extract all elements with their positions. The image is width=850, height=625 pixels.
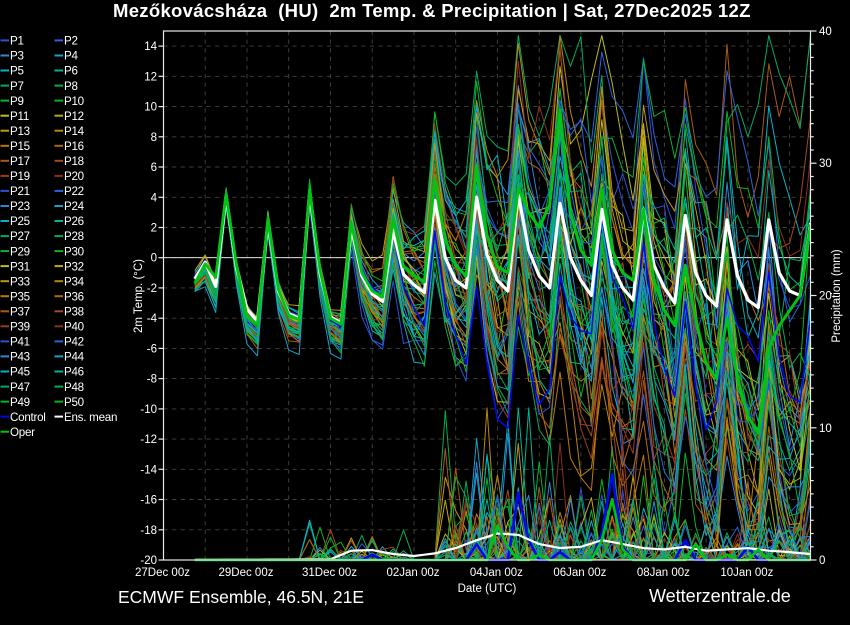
svg-text:-2: -2: [147, 283, 157, 295]
svg-text:-4: -4: [147, 313, 158, 325]
svg-text:40: 40: [819, 26, 832, 38]
svg-text:P14: P14: [64, 125, 85, 138]
svg-text:P27: P27: [10, 230, 30, 243]
svg-text:P10: P10: [64, 95, 84, 108]
svg-text:10: 10: [144, 102, 157, 114]
svg-text:-12: -12: [140, 434, 157, 446]
svg-text:Control: Control: [10, 411, 46, 424]
svg-text:P21: P21: [10, 185, 30, 198]
svg-text:P32: P32: [64, 260, 84, 273]
svg-text:P25: P25: [10, 215, 30, 228]
svg-text:P4: P4: [64, 50, 78, 63]
svg-text:-6: -6: [147, 343, 157, 355]
svg-text:P3: P3: [10, 50, 24, 63]
svg-text:P30: P30: [64, 245, 84, 258]
svg-text:Wetterzentrale.de: Wetterzentrale.de: [649, 586, 791, 606]
svg-text:P35: P35: [10, 290, 30, 303]
svg-text:P29: P29: [10, 245, 30, 258]
svg-text:P9: P9: [10, 95, 24, 108]
svg-text:P42: P42: [64, 336, 84, 349]
svg-text:P47: P47: [10, 381, 30, 394]
svg-text:Ens. mean: Ens. mean: [64, 411, 117, 424]
svg-text:P46: P46: [64, 366, 84, 379]
svg-text:02Jan 00z: 02Jan 00z: [386, 567, 439, 579]
svg-text:04Jan 00z: 04Jan 00z: [470, 567, 523, 579]
svg-text:Precipitation (mm): Precipitation (mm): [831, 249, 843, 342]
svg-text:P28: P28: [64, 230, 84, 243]
svg-text:6: 6: [151, 162, 157, 174]
svg-text:-16: -16: [140, 495, 157, 507]
svg-text:20: 20: [819, 291, 832, 303]
svg-text:Oper: Oper: [10, 426, 35, 439]
svg-text:Date (UTC): Date (UTC): [458, 583, 517, 595]
svg-text:P38: P38: [64, 306, 84, 319]
svg-text:P16: P16: [64, 140, 84, 153]
svg-text:P22: P22: [64, 185, 84, 198]
svg-text:P44: P44: [64, 351, 85, 364]
svg-text:P26: P26: [64, 215, 84, 228]
svg-text:P13: P13: [10, 125, 30, 138]
svg-text:Mezőkovácsháza (HU) 2m Temp.: Mezőkovácsháza (HU) 2m Temp. & Precipita…: [113, 0, 751, 21]
svg-text:06Jan 00z: 06Jan 00z: [553, 567, 606, 579]
svg-text:P31: P31: [10, 260, 30, 273]
svg-text:P15: P15: [10, 140, 30, 153]
svg-text:10Jan 00z: 10Jan 00z: [720, 567, 773, 579]
svg-text:ECMWF Ensemble, 46.5N, 21E: ECMWF Ensemble, 46.5N, 21E: [118, 587, 364, 607]
svg-text:P41: P41: [10, 336, 30, 349]
svg-text:P48: P48: [64, 381, 84, 394]
svg-text:29Dec 00z: 29Dec 00z: [219, 567, 274, 579]
svg-text:P19: P19: [10, 170, 30, 183]
svg-text:P37: P37: [10, 306, 30, 319]
svg-text:P1: P1: [10, 35, 24, 48]
svg-text:0: 0: [151, 253, 157, 265]
svg-text:30: 30: [819, 158, 832, 170]
svg-text:31Dec 00z: 31Dec 00z: [302, 567, 357, 579]
svg-text:-20: -20: [140, 555, 157, 567]
svg-text:P50: P50: [64, 396, 84, 409]
svg-text:P11: P11: [10, 110, 29, 123]
svg-text:P20: P20: [64, 170, 84, 183]
svg-text:P23: P23: [10, 200, 30, 213]
svg-text:-8: -8: [147, 374, 157, 386]
svg-text:P43: P43: [10, 351, 30, 364]
svg-text:-14: -14: [140, 464, 157, 476]
svg-text:P7: P7: [10, 80, 24, 93]
svg-text:P17: P17: [10, 155, 30, 168]
svg-text:P33: P33: [10, 275, 30, 288]
svg-text:P6: P6: [64, 65, 78, 78]
svg-text:P40: P40: [64, 321, 84, 334]
svg-text:P49: P49: [10, 396, 30, 409]
svg-text:P24: P24: [64, 200, 85, 213]
svg-text:2: 2: [151, 223, 157, 235]
svg-text:10: 10: [819, 423, 832, 435]
svg-text:P45: P45: [10, 366, 30, 379]
svg-text:P5: P5: [10, 65, 24, 78]
svg-text:14: 14: [144, 41, 157, 53]
svg-text:12: 12: [144, 71, 157, 83]
svg-text:P8: P8: [64, 80, 78, 93]
svg-text:2m Temp. (°C): 2m Temp. (°C): [133, 259, 145, 333]
svg-text:-18: -18: [140, 525, 157, 537]
svg-text:27Dec 00z: 27Dec 00z: [135, 567, 190, 579]
svg-text:P36: P36: [64, 290, 84, 303]
svg-text:P18: P18: [64, 155, 84, 168]
svg-text:-10: -10: [140, 404, 157, 416]
svg-text:4: 4: [151, 192, 158, 204]
svg-text:08Jan 00z: 08Jan 00z: [637, 567, 690, 579]
svg-text:8: 8: [151, 132, 157, 144]
svg-text:P39: P39: [10, 321, 30, 334]
svg-text:0: 0: [819, 555, 825, 567]
svg-text:P34: P34: [64, 275, 85, 288]
svg-text:P2: P2: [64, 35, 78, 48]
svg-text:P12: P12: [64, 110, 84, 123]
